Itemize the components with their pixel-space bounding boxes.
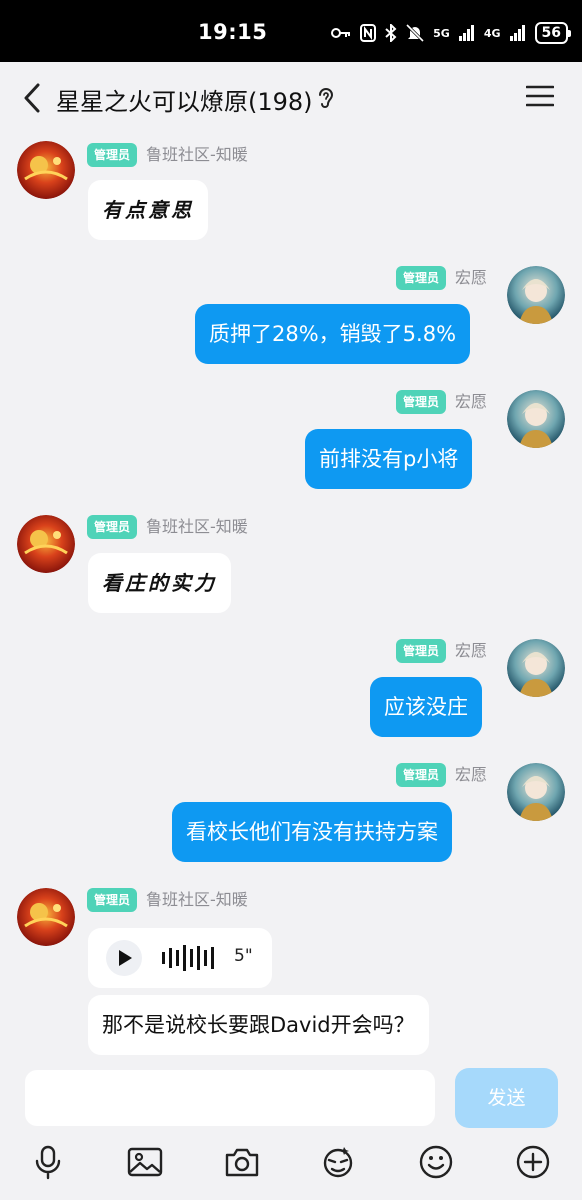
image-icon <box>127 1147 163 1177</box>
avatar-zhinuan[interactable] <box>17 515 75 573</box>
avatar-hongyuan[interactable] <box>507 390 565 448</box>
play-icon <box>119 950 132 966</box>
bluetooth-icon <box>385 24 397 42</box>
message-bubble[interactable]: 质押了28%，销毁了5.8% <box>195 304 471 364</box>
play-button[interactable] <box>106 940 142 976</box>
plus-icon <box>516 1145 550 1179</box>
admin-badge: 管理员 <box>396 390 447 414</box>
sender-name: 鲁班社区-知暖 <box>146 890 248 909</box>
camera-icon <box>225 1148 259 1177</box>
sticker-button[interactable] <box>320 1144 356 1180</box>
emoji-icon <box>419 1145 453 1179</box>
message-input[interactable] <box>25 1070 435 1126</box>
avatar-zhinuan[interactable] <box>17 141 75 199</box>
menu-icon[interactable] <box>526 84 554 108</box>
sender-name: 宏愿 <box>455 268 488 287</box>
voice-message[interactable]: 5" <box>88 928 272 988</box>
chat-header: 星星之火可以燎原(198) <box>0 62 582 132</box>
input-bar: 发送 <box>0 1058 582 1200</box>
sender-name: 宏愿 <box>455 641 488 660</box>
message-bubble[interactable]: 看校长他们有没有扶持方案 <box>172 802 452 862</box>
admin-badge: 管理员 <box>396 266 447 290</box>
status-bar: 19:15 5G 4G 56 <box>0 0 582 62</box>
avatar-zhinuan[interactable] <box>17 888 75 946</box>
nfc-icon <box>360 24 377 42</box>
admin-badge: 管理员 <box>87 515 138 539</box>
message-bubble[interactable]: 看庄的实力 <box>88 553 231 613</box>
admin-badge: 管理员 <box>396 639 447 663</box>
message-bubble[interactable]: 那不是说校长要跟David开会吗？ <box>88 995 429 1055</box>
sender-name: 鲁班社区-知暖 <box>146 145 248 164</box>
waveform-icon <box>162 945 214 971</box>
microphone-icon <box>35 1145 61 1180</box>
key-icon <box>331 28 351 38</box>
network-5g: 5G <box>433 26 450 40</box>
sticker-icon <box>323 1147 353 1178</box>
message-bubble[interactable]: 前排没有p小将 <box>305 429 473 489</box>
plus-button[interactable] <box>515 1144 551 1180</box>
sender-name: 宏愿 <box>455 765 488 784</box>
message-bubble[interactable]: 有点意思 <box>88 180 208 240</box>
admin-badge: 管理员 <box>396 763 447 787</box>
battery-icon: 56 <box>534 22 572 44</box>
camera-button[interactable] <box>224 1144 260 1180</box>
sender-name: 宏愿 <box>455 392 488 411</box>
admin-badge: 管理员 <box>87 888 138 912</box>
emoji-button[interactable] <box>418 1144 454 1180</box>
sender-name: 鲁班社区-知暖 <box>146 517 248 536</box>
mute-icon <box>406 24 425 42</box>
status-time: 19:15 <box>198 20 268 44</box>
network-4g: 4G <box>483 26 501 40</box>
chat-title[interactable]: 星星之火可以燎原(198) <box>56 82 313 117</box>
send-button[interactable]: 发送 <box>455 1068 558 1128</box>
back-icon[interactable] <box>20 82 46 114</box>
status-icons: 5G 4G 56 <box>331 20 572 46</box>
message-bubble[interactable]: 应该没庄 <box>370 677 482 737</box>
voice-duration: 5" <box>234 946 253 966</box>
image-button[interactable] <box>127 1144 163 1180</box>
signal-icon-2 <box>509 25 525 41</box>
avatar-hongyuan[interactable] <box>507 266 565 324</box>
admin-badge: 管理员 <box>87 143 138 167</box>
microphone-button[interactable] <box>30 1144 66 1180</box>
avatar-hongyuan[interactable] <box>507 639 565 697</box>
avatar-hongyuan[interactable] <box>507 763 565 821</box>
signal-icon <box>458 25 474 41</box>
ear-icon[interactable] <box>317 86 335 110</box>
